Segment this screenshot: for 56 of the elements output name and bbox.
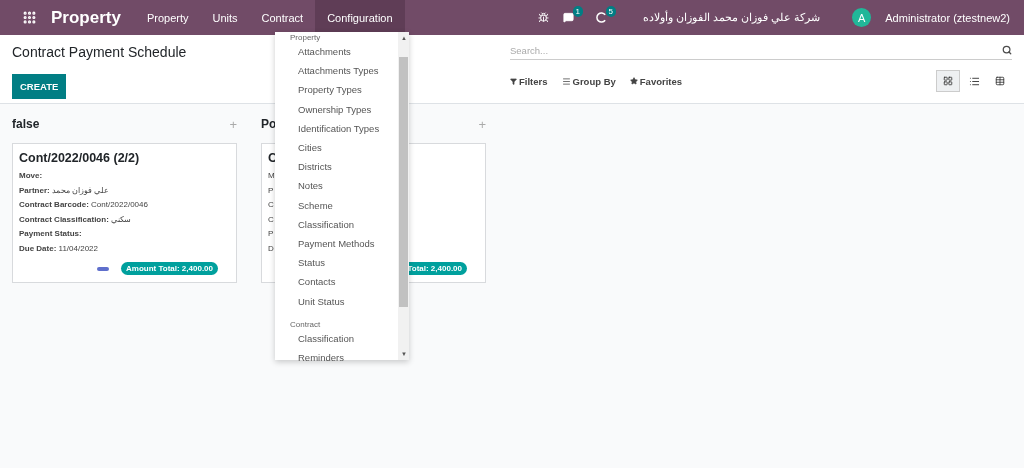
menu-item[interactable]: Identification Types xyxy=(275,118,398,138)
group-by-icon xyxy=(561,76,571,86)
menu-item[interactable]: Status xyxy=(275,253,398,273)
card-field: P xyxy=(268,183,274,198)
menu-section-header: Contract xyxy=(289,318,322,329)
menu-item[interactable]: Payment Methods xyxy=(275,233,398,254)
menu-item[interactable]: Cities xyxy=(275,137,398,158)
menu-item[interactable]: Districts xyxy=(275,157,398,177)
apps-menu-icon[interactable] xyxy=(22,10,37,25)
card-field: C xyxy=(268,198,274,213)
menu-item[interactable]: Unit Status xyxy=(275,291,398,311)
app-name[interactable]: Property xyxy=(51,7,121,28)
search-icon[interactable] xyxy=(1002,45,1012,55)
amount-badge: Amount Total: 2,400.00 xyxy=(121,262,218,275)
menu-item[interactable]: Contacts xyxy=(275,272,398,292)
menu-item[interactable]: Classification xyxy=(275,214,398,234)
menu-item[interactable]: Notes xyxy=(275,176,398,196)
view-switch-button[interactable] xyxy=(936,70,960,92)
filter-icon xyxy=(510,77,517,85)
menu-section-header: Property xyxy=(289,33,322,42)
chat-count: 1 xyxy=(572,6,583,17)
menu-item[interactable]: Property Types xyxy=(275,80,398,100)
company-name[interactable]: شركة علي فوزان محمد الفوزان وأولاده xyxy=(643,11,821,24)
menu-item[interactable]: Scheme xyxy=(275,195,398,215)
card-field: Move: xyxy=(19,169,43,184)
menu-item[interactable]: Ownership Types xyxy=(275,99,398,119)
menu-item[interactable]: Classification xyxy=(275,328,398,348)
user-name[interactable]: Administrator (ztestnew2) xyxy=(885,11,1010,24)
card-field: M xyxy=(268,169,275,184)
nav-menu-item[interactable]: Units xyxy=(200,0,250,35)
card-field: Payment Status: xyxy=(19,227,82,242)
filter-menu-button[interactable]: Filters xyxy=(510,75,548,87)
menu-item[interactable]: Reminders xyxy=(275,347,398,367)
list-view-icon xyxy=(968,75,980,87)
chat-icon[interactable] xyxy=(563,12,574,23)
activity-count: 5 xyxy=(605,6,616,17)
activity-icon[interactable] xyxy=(596,12,607,23)
filter-menu-button[interactable]: Favorites xyxy=(629,75,683,87)
nav-menu-item[interactable]: Property xyxy=(134,0,201,35)
menu-item[interactable]: Attachments Types xyxy=(275,61,398,81)
menu-item[interactable]: Attachments xyxy=(275,42,398,62)
card-field: D xyxy=(268,241,274,256)
card-field: C xyxy=(268,212,274,227)
nav-menu-item[interactable]: Contract xyxy=(249,0,316,35)
card-field: P xyxy=(268,227,274,242)
star-icon xyxy=(629,77,638,85)
card-field: Due Date: 11/04/2022 xyxy=(19,241,98,256)
kanban-view-icon xyxy=(943,76,953,86)
create-button[interactable]: CREATE xyxy=(12,74,67,99)
grid-view-icon xyxy=(995,76,1005,86)
bug-icon[interactable] xyxy=(538,12,549,23)
card-field: Contract Barcode: Cont/2022/0046 xyxy=(19,198,148,213)
card-title: Cont/2022/0046 (2/2) xyxy=(19,151,141,165)
page-title: Contract Payment Schedule xyxy=(12,44,187,60)
column-title: false xyxy=(12,117,40,131)
filter-menu-button[interactable]: Group By xyxy=(561,75,616,87)
